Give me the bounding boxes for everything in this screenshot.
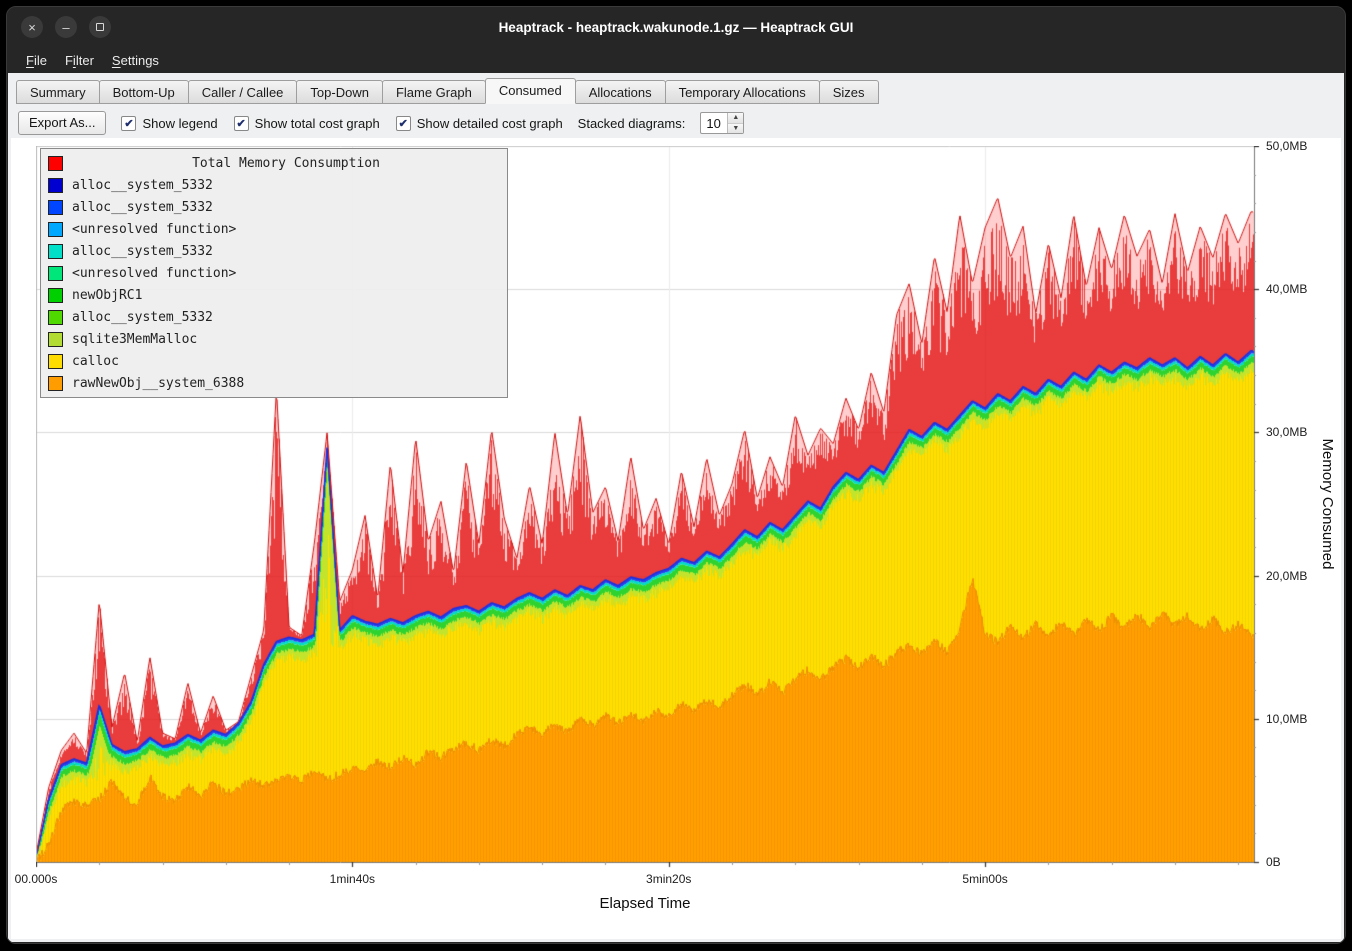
checkbox-group: ✔ Show legend ✔ Show total cost graph ✔ Show …	[121, 116, 562, 131]
legend-item-9-rawnewobj-system-6388: rawNewObj__system_6388	[48, 372, 500, 394]
legend-label: sqlite3MemMalloc	[72, 332, 197, 347]
stacked-diagrams-spinbox[interactable]: 10 ▲ ▼	[700, 112, 744, 134]
tab-top-down[interactable]: Top-Down	[296, 80, 383, 104]
legend-item-1-alloc-system-5332: alloc__system_5332	[48, 196, 500, 218]
y-tick-label: 0B	[1266, 855, 1281, 869]
menu-bar: FileFilterSettings	[7, 47, 1345, 73]
legend-item-2-unresolved-function: <unresolved function>	[48, 218, 500, 240]
checkbox-show-legend[interactable]: ✔ Show legend	[121, 116, 217, 131]
x-tick-label: 5min00s	[962, 872, 1007, 886]
window-title: Heaptrack - heaptrack.wakunode.1.gz — He…	[7, 7, 1345, 47]
checkbox-box: ✔	[234, 116, 249, 131]
legend-item-8-calloc: calloc	[48, 350, 500, 372]
legend-label: newObjRC1	[72, 288, 142, 303]
heaptrack-window: × – Heaptrack - heaptrack.wakunode.1.gz …	[6, 6, 1346, 944]
legend-swatch-total	[48, 156, 63, 171]
legend-item-4-unresolved-function: <unresolved function>	[48, 262, 500, 284]
y-axis-title: Memory Consumed	[1319, 439, 1336, 570]
checkbox-label: Show total cost graph	[255, 116, 380, 131]
checkbox-label: Show detailed cost graph	[417, 116, 563, 131]
legend-label: <unresolved function>	[72, 222, 236, 237]
export-as-button[interactable]: Export As...	[18, 111, 106, 135]
legend-swatch	[48, 332, 63, 347]
spin-up-button[interactable]: ▲	[728, 113, 743, 123]
legend-label: alloc__system_5332	[72, 310, 213, 325]
legend-label: alloc__system_5332	[72, 178, 213, 193]
stacked-diagrams-value: 10	[701, 113, 727, 133]
y-tick-label: 30,0MB	[1266, 425, 1307, 439]
legend-swatch	[48, 244, 63, 259]
tab-caller-callee[interactable]: Caller / Callee	[188, 80, 298, 104]
menu-settings[interactable]: Settings	[103, 50, 168, 71]
y-tick-label: 40,0MB	[1266, 282, 1307, 296]
menu-filter[interactable]: Filter	[56, 50, 103, 71]
tab-allocations[interactable]: Allocations	[575, 80, 666, 104]
stacked-diagrams-label: Stacked diagrams:	[578, 116, 686, 131]
y-tick-label: 10,0MB	[1266, 712, 1307, 726]
legend-swatch	[48, 200, 63, 215]
memory-consumption-chart: Total Memory Consumption alloc__system_53…	[11, 138, 1341, 939]
x-tick-label: 3min20s	[646, 872, 691, 886]
legend-label: calloc	[72, 354, 119, 369]
tab-bottom-up[interactable]: Bottom-Up	[99, 80, 189, 104]
legend-title: Total Memory Consumption	[72, 156, 500, 171]
legend-label: alloc__system_5332	[72, 244, 213, 259]
legend-swatch	[48, 310, 63, 325]
legend-label: <unresolved function>	[72, 266, 236, 281]
tab-sizes[interactable]: Sizes	[819, 80, 879, 104]
legend-item-6-alloc-system-5332: alloc__system_5332	[48, 306, 500, 328]
tab-consumed[interactable]: Consumed	[485, 78, 576, 104]
y-tick-label: 50,0MB	[1266, 139, 1307, 153]
x-axis-title: Elapsed Time	[600, 895, 691, 912]
legend-swatch	[48, 376, 63, 391]
legend-item-7-sqlite3memmalloc: sqlite3MemMalloc	[48, 328, 500, 350]
checkbox-show-detailed-cost-graph[interactable]: ✔ Show detailed cost graph	[396, 116, 563, 131]
legend-label: alloc__system_5332	[72, 200, 213, 215]
legend-label: rawNewObj__system_6388	[72, 376, 244, 391]
toolbar: Export As... ✔ Show legend ✔ Show total cos…	[18, 110, 744, 136]
legend-swatch	[48, 288, 63, 303]
legend-item-3-alloc-system-5332: alloc__system_5332	[48, 240, 500, 262]
checkbox-label: Show legend	[142, 116, 217, 131]
spin-down-button[interactable]: ▼	[728, 123, 743, 134]
x-tick-label: 1min40s	[330, 872, 375, 886]
tab-summary[interactable]: Summary	[16, 80, 100, 104]
x-tick-label: 00.000s	[15, 872, 58, 886]
tab-bar: SummaryBottom-UpCaller / CalleeTop-DownF…	[16, 78, 1336, 104]
legend-swatch	[48, 222, 63, 237]
checkbox-show-total-cost-graph[interactable]: ✔ Show total cost graph	[234, 116, 380, 131]
checkbox-box: ✔	[121, 116, 136, 131]
chart-legend: Total Memory Consumption alloc__system_53…	[40, 148, 508, 398]
checkbox-box: ✔	[396, 116, 411, 131]
legend-swatch	[48, 354, 63, 369]
legend-title-row: Total Memory Consumption	[48, 152, 500, 174]
legend-item-5-newobjrc1: newObjRC1	[48, 284, 500, 306]
legend-item-0-alloc-system-5332: alloc__system_5332	[48, 174, 500, 196]
titlebar: × – Heaptrack - heaptrack.wakunode.1.gz …	[7, 7, 1345, 47]
consumed-tab-page: SummaryBottom-UpCaller / CalleeTop-DownF…	[8, 73, 1344, 942]
menu-file[interactable]: File	[17, 50, 56, 71]
y-tick-label: 20,0MB	[1266, 569, 1307, 583]
spin-buttons: ▲ ▼	[727, 113, 743, 133]
legend-swatch	[48, 266, 63, 281]
tab-flame-graph[interactable]: Flame Graph	[382, 80, 486, 104]
tab-temporary-allocations[interactable]: Temporary Allocations	[665, 80, 820, 104]
legend-swatch	[48, 178, 63, 193]
